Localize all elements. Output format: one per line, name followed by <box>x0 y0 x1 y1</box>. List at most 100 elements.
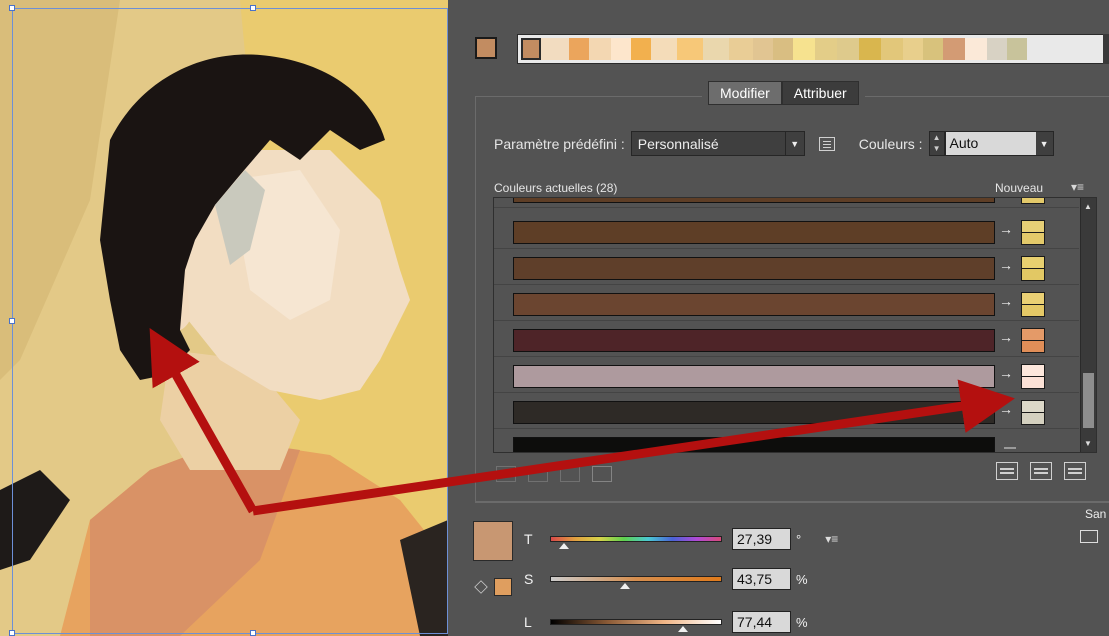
selection-handle[interactable] <box>9 630 15 636</box>
arrow-right-icon[interactable]: → <box>999 257 1013 273</box>
selection-handle[interactable] <box>250 5 256 11</box>
table-row[interactable]: → <box>494 287 1079 321</box>
current-color-bar[interactable] <box>513 401 995 424</box>
lightness-slider[interactable] <box>550 619 722 632</box>
table-row[interactable] <box>494 431 1079 452</box>
current-color-bar[interactable] <box>513 257 995 280</box>
separate-colors-icon[interactable] <box>528 466 548 482</box>
list-menu-icon[interactable]: ▾≡ <box>1071 180 1084 194</box>
color-group-swatch[interactable] <box>923 38 943 60</box>
current-color-bar[interactable] <box>513 329 995 352</box>
selection-handle[interactable] <box>250 630 256 636</box>
table-row[interactable]: → <box>494 215 1079 249</box>
table-row[interactable]: → <box>494 395 1079 429</box>
color-group-swatch[interactable] <box>943 38 965 60</box>
scroll-thumb[interactable] <box>1083 373 1094 428</box>
color-group-swatch[interactable] <box>793 38 815 60</box>
selection-handle[interactable] <box>9 5 15 11</box>
no-mapping-dash[interactable] <box>1004 447 1016 449</box>
arrow-right-icon[interactable]: → <box>999 329 1013 345</box>
strip-scrollbar[interactable] <box>1103 34 1109 64</box>
new-color-swatch[interactable] <box>1021 328 1045 353</box>
arrow-right-icon[interactable]: → <box>999 293 1013 309</box>
exclude-colors-icon[interactable] <box>560 466 580 482</box>
preset-label: Paramètre prédéfini : <box>494 135 625 152</box>
scroll-down-icon[interactable]: ▼ <box>1084 439 1092 448</box>
colors-stepper[interactable]: ▲ ▼ <box>928 131 945 156</box>
hue-slider[interactable] <box>550 536 722 549</box>
slider-menu-icon[interactable]: ▾≡ <box>825 532 838 546</box>
color-group-swatch[interactable] <box>651 38 677 60</box>
hue-input[interactable]: 27,39 <box>732 528 791 550</box>
color-group-swatch[interactable] <box>729 38 753 60</box>
color-group-swatch[interactable] <box>773 38 793 60</box>
color-group-swatch[interactable] <box>569 38 589 60</box>
active-color-swatch[interactable] <box>475 37 497 59</box>
saturation-slider[interactable] <box>550 576 722 589</box>
color-mode-icon[interactable] <box>1080 530 1098 543</box>
current-color-bar[interactable] <box>513 437 995 452</box>
new-color-swatch[interactable] <box>1021 400 1045 425</box>
arrow-right-icon[interactable]: → <box>999 401 1013 417</box>
new-color-swatch[interactable] <box>1021 220 1045 245</box>
new-color-swatch[interactable] <box>1021 256 1045 281</box>
colors-select[interactable]: Auto ▼ <box>944 131 1054 156</box>
current-color-bar[interactable] <box>513 221 995 244</box>
lightness-input[interactable]: 77,44 <box>732 611 791 633</box>
arrow-right-icon[interactable]: → <box>999 221 1013 237</box>
saturation-input[interactable]: 43,75 <box>732 568 791 590</box>
color-group-swatch[interactable] <box>881 38 903 60</box>
hue-slider-knob[interactable] <box>558 543 569 549</box>
preset-options-icon[interactable] <box>818 136 835 151</box>
color-group-swatch[interactable] <box>987 38 1007 60</box>
randomize-saturation-icon[interactable] <box>1030 462 1052 480</box>
cube-icon[interactable] <box>474 580 488 594</box>
chevron-down-icon[interactable]: ▼ <box>1035 132 1053 155</box>
color-group-swatch[interactable] <box>859 38 881 60</box>
arrow-right-icon[interactable]: → <box>999 365 1013 381</box>
color-group-swatch[interactable] <box>965 38 987 60</box>
color-group-swatch[interactable] <box>837 38 859 60</box>
current-color-bar[interactable] <box>513 198 995 203</box>
color-group-swatch[interactable] <box>677 38 703 60</box>
color-group-swatch[interactable] <box>815 38 837 60</box>
fill-color-swatch[interactable] <box>494 578 512 596</box>
lightness-slider-knob[interactable] <box>677 626 688 632</box>
table-row[interactable] <box>494 198 1079 208</box>
hue-label: T <box>524 531 533 547</box>
randomize-order-icon[interactable] <box>996 462 1018 480</box>
new-color-swatch[interactable] <box>1021 292 1045 317</box>
new-color-swatch[interactable] <box>1021 364 1045 389</box>
color-group-swatch[interactable] <box>753 38 773 60</box>
new-row-icon[interactable] <box>592 466 612 482</box>
table-row[interactable]: → <box>494 323 1079 357</box>
table-row[interactable]: → <box>494 251 1079 285</box>
current-color-bar[interactable] <box>513 293 995 316</box>
find-color-icon[interactable] <box>1064 462 1086 480</box>
color-group-first-swatch[interactable] <box>521 38 541 60</box>
color-group-swatch[interactable] <box>611 38 631 60</box>
tab-attribuer[interactable]: Attribuer <box>781 81 859 105</box>
color-group-swatch[interactable] <box>903 38 923 60</box>
selection-handle[interactable] <box>9 318 15 324</box>
chevron-down-icon[interactable]: ▼ <box>784 132 804 155</box>
scroll-up-icon[interactable]: ▲ <box>1084 202 1092 211</box>
merge-colors-icon[interactable] <box>496 466 516 482</box>
list-scrollbar[interactable]: ▲ ▼ <box>1080 198 1096 452</box>
hue-unit: ° <box>796 531 802 547</box>
color-group-strip[interactable] <box>517 34 1109 64</box>
new-color-swatch[interactable] <box>1021 198 1045 204</box>
current-color-bar[interactable] <box>513 365 995 388</box>
color-group-swatch[interactable] <box>1007 38 1027 60</box>
color-group-swatch[interactable] <box>541 38 569 60</box>
color-group-swatch[interactable] <box>631 38 651 60</box>
color-group-swatch[interactable] <box>703 38 729 60</box>
saturation-slider-knob[interactable] <box>620 583 631 589</box>
tab-modifier[interactable]: Modifier <box>708 81 782 105</box>
saturation-slider-row: S 43,75 % <box>524 568 808 590</box>
table-row[interactable]: → <box>494 359 1079 393</box>
selected-color-swatch[interactable] <box>473 521 513 561</box>
artwork-canvas[interactable] <box>0 0 448 636</box>
preset-select[interactable]: Personnalisé ▼ <box>630 131 805 156</box>
color-group-swatch[interactable] <box>589 38 611 60</box>
